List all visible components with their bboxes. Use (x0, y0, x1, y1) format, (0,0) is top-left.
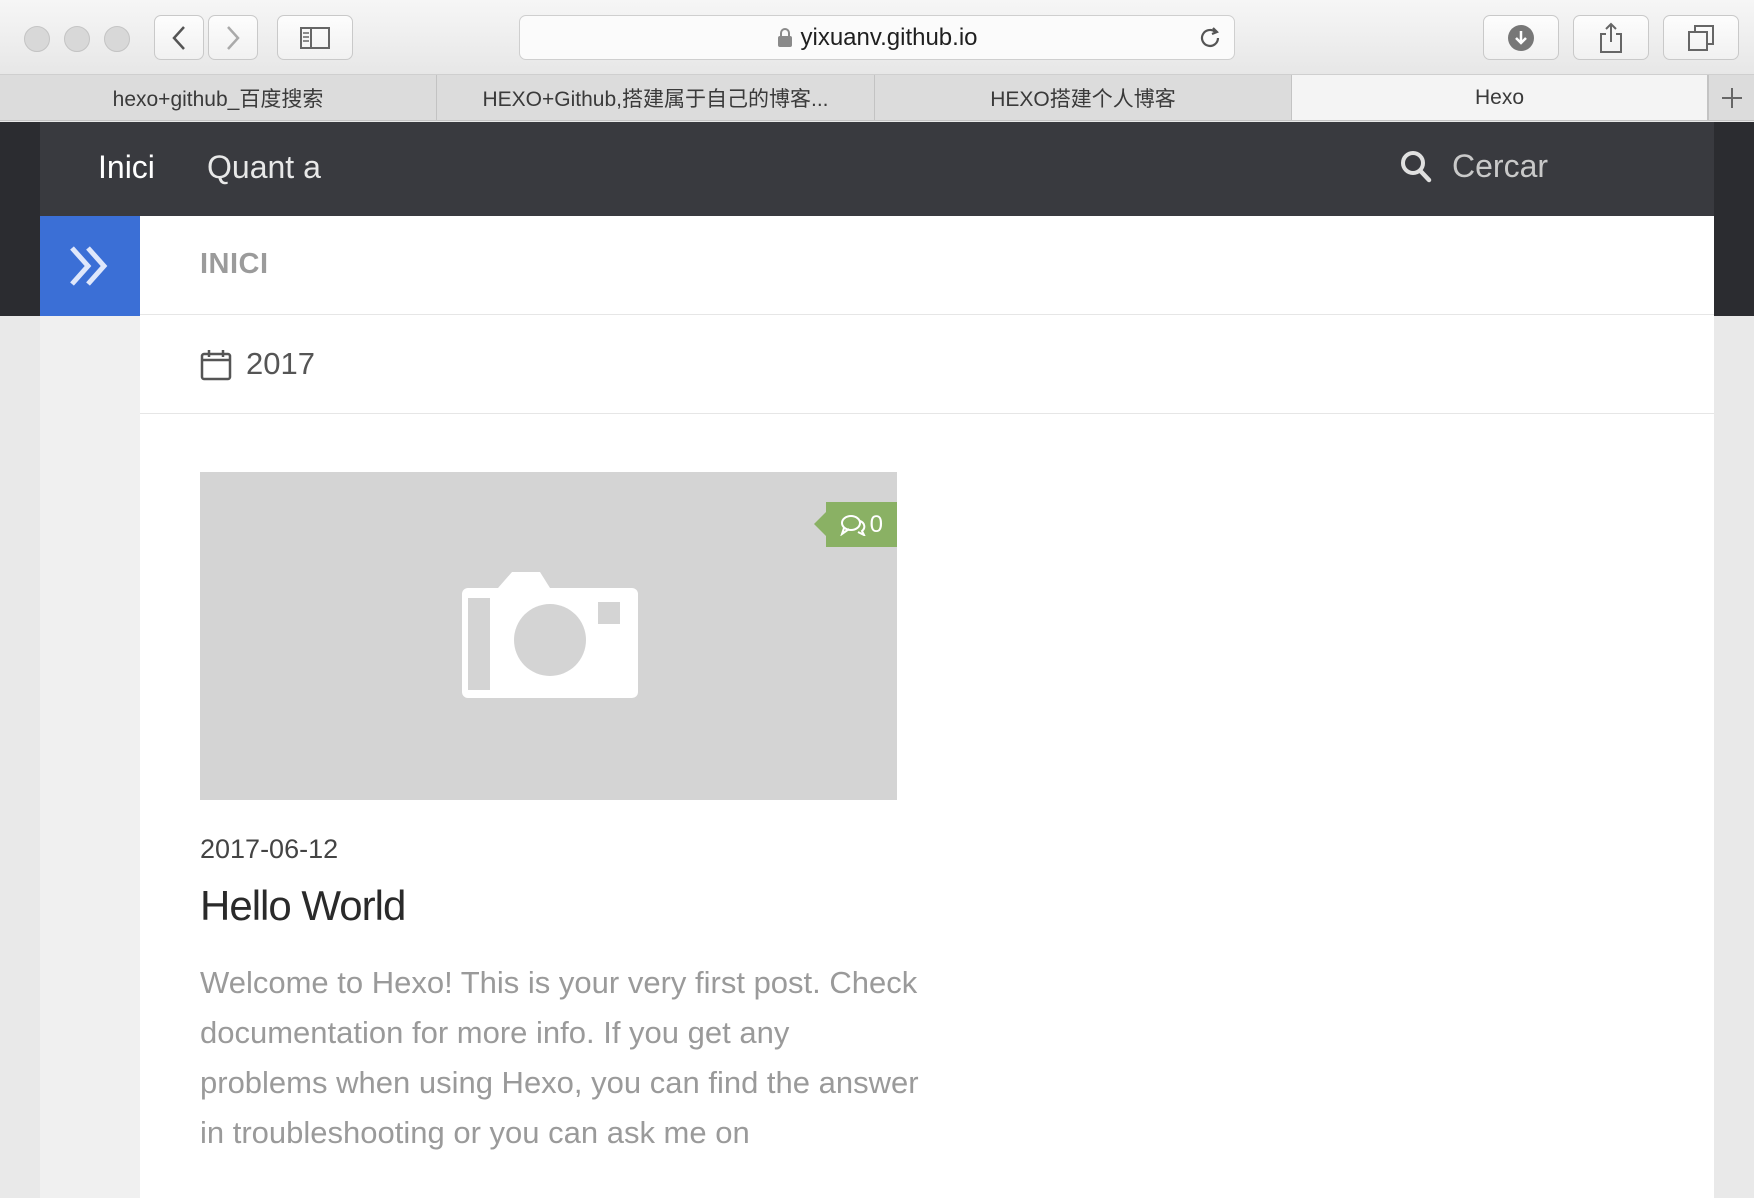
url-text: yixuanv.github.io (800, 23, 978, 51)
tab-label: HEXO搭建个人博客 (990, 87, 1176, 111)
archive-year-row: 2017 (140, 315, 1714, 414)
site-navbar: Inici Quant a Cercar (40, 122, 1714, 216)
comment-count: 0 (869, 510, 883, 538)
sidebar-toggle-button[interactable] (277, 15, 353, 60)
chevron-right-icon (227, 25, 240, 50)
back-button[interactable] (154, 15, 204, 60)
sidebar-toggle-button[interactable] (40, 216, 140, 316)
tab-overview-button[interactable] (1663, 15, 1739, 60)
web-page: Inici Quant a Cercar INICI 2017 0 2017-0… (0, 122, 1754, 1198)
tabs-icon (1688, 24, 1714, 51)
browser-tab[interactable]: HEXO+Github,搭建属于自己的博客... (437, 75, 875, 120)
nav-home-link[interactable]: Inici (98, 149, 155, 186)
camera-icon (462, 572, 638, 698)
browser-tab[interactable]: hexo+github_百度搜索 (0, 75, 437, 120)
comments-icon (839, 514, 866, 536)
tab-label: HEXO+Github,搭建属于自己的博客... (482, 87, 829, 111)
browser-toolbar: yixuanv.github.io (0, 0, 1754, 75)
page-title-bar: INICI (140, 216, 1714, 315)
search-icon (1401, 150, 1432, 182)
nav-about-link[interactable]: Quant a (207, 149, 321, 186)
post-date: 2017-06-12 (200, 834, 339, 864)
chevron-left-icon (172, 25, 185, 50)
sidebar-icon (300, 26, 330, 49)
share-button[interactable] (1573, 15, 1649, 60)
page-title: INICI (200, 248, 269, 280)
close-window-button[interactable] (24, 26, 50, 52)
archive-year: 2017 (246, 346, 315, 381)
comment-count-badge[interactable]: 0 (813, 502, 897, 547)
sidebar-column (40, 216, 140, 1198)
zoom-window-button[interactable] (104, 26, 130, 52)
browser-tab-active[interactable]: Hexo (1292, 75, 1708, 120)
site-container: Inici Quant a Cercar INICI 2017 0 2017-0… (40, 122, 1714, 1198)
post-excerpt: Welcome to Hexo! This is your very first… (200, 965, 919, 1150)
post-thumbnail[interactable]: 0 (200, 472, 897, 800)
share-icon (1600, 22, 1622, 53)
double-chevron-right-icon (70, 246, 108, 286)
downloads-button[interactable] (1483, 15, 1559, 60)
tab-bar: hexo+github_百度搜索 HEXO+Github,搭建属于自己的博客..… (0, 75, 1754, 121)
tab-label: Hexo (1474, 85, 1525, 109)
forward-button[interactable] (208, 15, 258, 60)
site-search[interactable]: Cercar (1400, 148, 1548, 185)
post-title[interactable]: Hello World (200, 882, 406, 930)
new-tab-button[interactable] (1708, 75, 1754, 120)
tab-label: hexo+github_百度搜索 (112, 87, 324, 111)
download-icon (1508, 24, 1534, 51)
reload-icon[interactable] (1196, 24, 1224, 52)
lock-icon (777, 27, 792, 47)
search-label: Cercar (1452, 148, 1549, 184)
calendar-icon (200, 350, 232, 381)
minimize-window-button[interactable] (64, 26, 90, 52)
browser-tab[interactable]: HEXO搭建个人博客 (875, 75, 1292, 120)
plus-icon (1721, 87, 1742, 108)
address-bar[interactable]: yixuanv.github.io (519, 15, 1235, 60)
